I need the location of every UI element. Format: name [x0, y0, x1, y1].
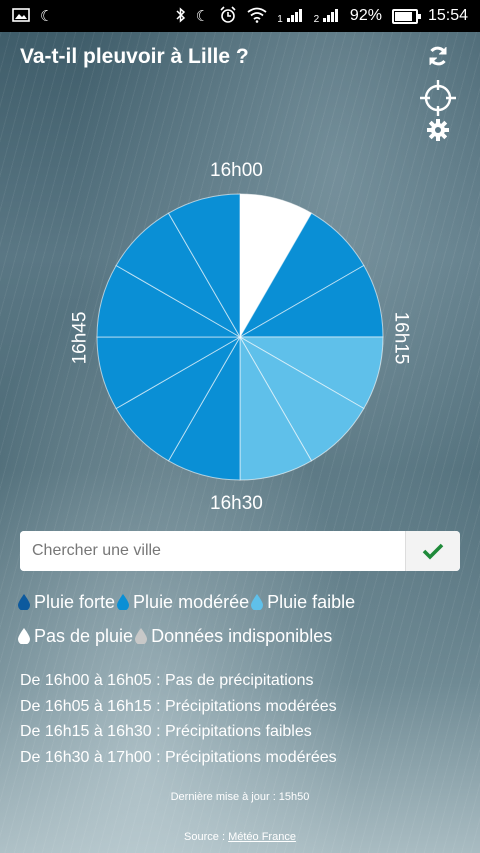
legend-item: Pas de pluie: [18, 620, 133, 652]
drop-icon: [135, 628, 148, 644]
moon-icon: ☾: [195, 7, 210, 25]
detail-row: De 16h15 à 16h30 : Précipitations faible…: [20, 723, 312, 740]
settings-icon[interactable]: [427, 119, 449, 146]
pie-label-top: 16h00: [210, 160, 263, 181]
search-submit-button[interactable]: [405, 531, 460, 571]
pie-label-bottom: 16h30: [210, 493, 263, 514]
legend-label: Pluie modérée: [133, 592, 250, 612]
signal-sim2-icon: 2: [314, 8, 340, 25]
detail-row: De 16h05 à 16h15 : Précipitations modéré…: [20, 697, 337, 715]
legend-label: Pas de pluie: [34, 626, 134, 646]
legend-label: Pluie forte: [34, 592, 116, 612]
signal-sim1-icon: 1: [277, 8, 303, 25]
detail-row: De 16h30 à 17h00 : Précipitations modéré…: [20, 748, 337, 766]
status-bar: ☾ ☾ 1 2 92% 15:54: [0, 0, 480, 32]
pie-label-left: 16h45: [69, 311, 91, 365]
clock: 15:54: [427, 7, 468, 24]
do-not-disturb-icon: ☾: [40, 7, 54, 25]
legend-label: Pluie faible: [267, 592, 356, 612]
precipitation-details: De 16h00 à 16h05 : Pas de précipitations…: [20, 668, 337, 770]
sim2-label: 2: [313, 13, 320, 25]
source-line: Source : Météo France: [0, 831, 480, 843]
search-input[interactable]: [20, 531, 405, 571]
last-update: Dernière mise à jour : 15h50: [170, 791, 310, 803]
drop-icon: [117, 594, 130, 610]
source-link[interactable]: Météo France: [228, 831, 296, 843]
source-prefix: Source :: [184, 831, 229, 843]
legend-label: Données indisponibles: [151, 626, 333, 646]
detail-row: De 16h00 à 16h05 : Pas de précipitations: [20, 672, 314, 689]
alarm-icon: [219, 5, 237, 27]
battery-icon: [391, 8, 421, 24]
sim1-label: 1: [277, 13, 283, 25]
bluetooth-icon: [176, 6, 186, 26]
legend-item: Pluie forte: [18, 586, 115, 618]
drop-icon: [18, 594, 30, 610]
wifi-icon: [247, 7, 267, 26]
legend-item: Pluie modérée: [117, 586, 249, 618]
legend-item: Données indisponibles: [135, 620, 332, 652]
rain-forecast-pie: [96, 193, 384, 481]
locate-icon[interactable]: [418, 78, 458, 123]
pie-label-right: 16h15: [390, 311, 412, 365]
legend-item: Pluie faible: [251, 586, 355, 618]
refresh-icon[interactable]: [426, 44, 450, 73]
battery-percent: 92%: [349, 7, 382, 24]
drop-icon: [251, 594, 264, 610]
city-search: [20, 531, 460, 571]
page-title: Va-t-il pleuvoir à Lille ?: [20, 45, 249, 68]
check-icon: [422, 543, 444, 560]
drop-icon: [18, 628, 30, 644]
gallery-icon: [12, 7, 30, 25]
legend: Pluie forte Pluie modérée Pluie faible Pas …: [18, 586, 458, 654]
